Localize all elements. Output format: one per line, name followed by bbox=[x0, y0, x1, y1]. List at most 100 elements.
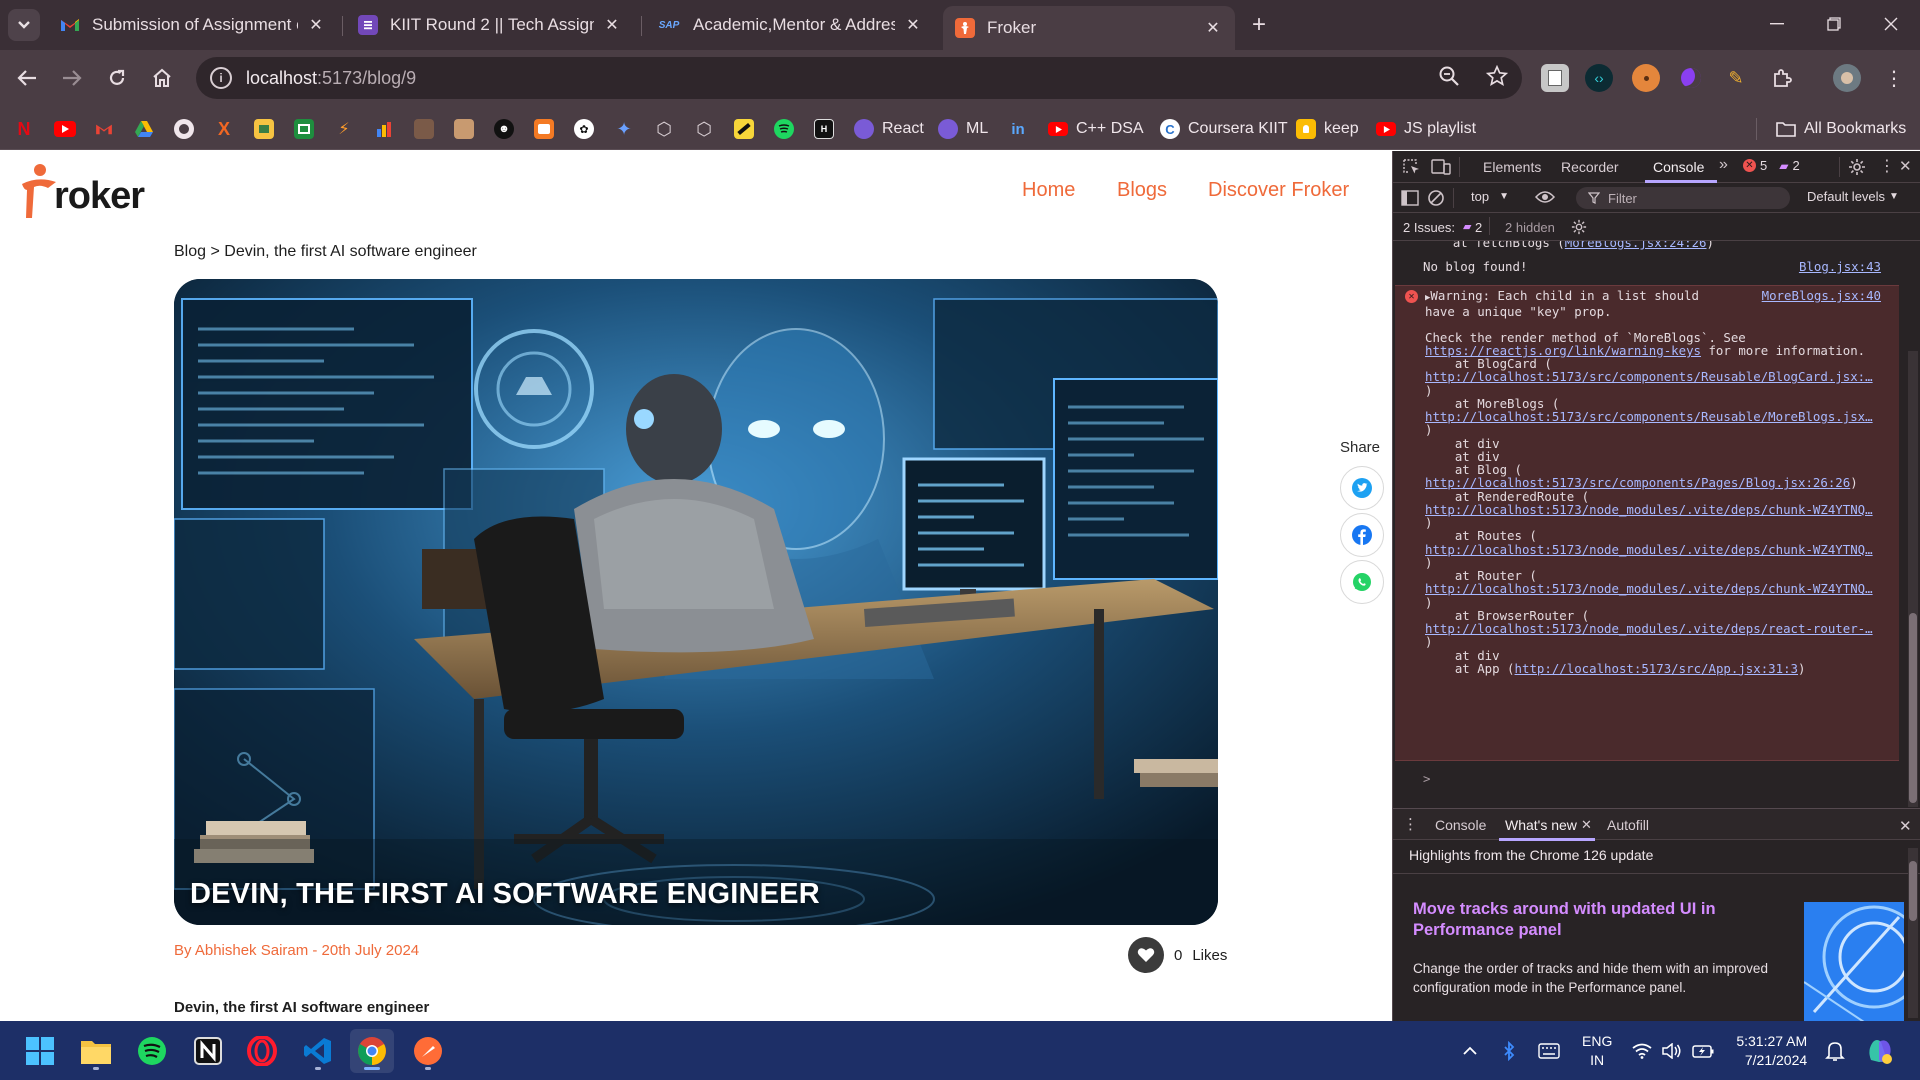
close-whats-new-icon[interactable]: ✕ bbox=[1581, 817, 1592, 833]
bookmark-js-playlist[interactable]: JS playlist bbox=[1376, 117, 1476, 141]
bookmark-unity-2[interactable]: ⬡ bbox=[694, 117, 714, 141]
bluetooth-icon[interactable] bbox=[1502, 1040, 1516, 1061]
browser-tab-kiit-round2[interactable]: KIIT Round 2 || Tech Assignment ✕ bbox=[346, 6, 634, 44]
bookmark-chatgpt[interactable]: ✿ bbox=[574, 117, 594, 141]
bookmark-xda[interactable]: X bbox=[214, 117, 234, 141]
sidebar-toggle-icon[interactable] bbox=[1401, 190, 1419, 206]
taskbar-chrome[interactable] bbox=[350, 1029, 394, 1073]
more-tabs-icon[interactable]: » bbox=[1719, 156, 1728, 174]
extensions-puzzle-icon[interactable] bbox=[1768, 64, 1796, 92]
bookmark-linktree[interactable]: ⚡ bbox=[334, 117, 354, 141]
bookmark-youtube[interactable] bbox=[54, 117, 76, 141]
bookmark-gmail[interactable] bbox=[94, 117, 114, 141]
devtools-tab-elements[interactable]: Elements bbox=[1483, 159, 1541, 175]
bookmark-sheets[interactable] bbox=[294, 117, 314, 141]
stack-source-link[interactable]: http://localhost:5173/src/App.jsx:31:3 bbox=[1515, 661, 1798, 676]
taskbar-notion[interactable] bbox=[186, 1029, 230, 1073]
home-button[interactable] bbox=[145, 61, 179, 95]
drawer-tab-console[interactable]: Console bbox=[1435, 817, 1486, 833]
reload-button[interactable] bbox=[100, 61, 134, 95]
clock[interactable]: 5:31:27 AM 7/21/2024 bbox=[1736, 1032, 1807, 1070]
bookmark-analytics[interactable] bbox=[374, 117, 394, 141]
bookmark-photos[interactable] bbox=[254, 117, 274, 141]
bookmark-netflix[interactable]: N bbox=[14, 117, 34, 141]
nav-home-link[interactable]: Home bbox=[1022, 179, 1075, 202]
issues-count[interactable]: 2 bbox=[1475, 220, 1482, 235]
devtools-tab-console[interactable]: Console bbox=[1653, 159, 1704, 175]
issues-settings-gear-icon[interactable] bbox=[1571, 219, 1587, 235]
language-indicator[interactable]: ENG IN bbox=[1582, 1032, 1612, 1070]
browser-tab-gmail[interactable]: Submission of Assignment of Fr ✕ bbox=[48, 6, 338, 44]
bookmark-avatar-1[interactable] bbox=[414, 117, 434, 141]
address-bar[interactable]: i localhost:5173/blog/9 bbox=[196, 57, 1522, 99]
taskbar-postman[interactable] bbox=[406, 1029, 450, 1073]
nav-discover-froker-link[interactable]: Discover Froker bbox=[1208, 179, 1349, 202]
close-tab-icon[interactable]: ✕ bbox=[602, 15, 622, 35]
close-drawer-icon[interactable]: ✕ bbox=[1899, 817, 1912, 835]
close-tab-icon[interactable]: ✕ bbox=[306, 15, 326, 35]
share-whatsapp-button[interactable] bbox=[1340, 560, 1384, 604]
bookmark-github[interactable] bbox=[174, 117, 194, 141]
error-counter[interactable]: ✕ 5 ▰ 2 bbox=[1743, 158, 1800, 173]
like-button[interactable] bbox=[1128, 937, 1164, 973]
extension-docs-icon[interactable] bbox=[1541, 64, 1569, 92]
bookmark-gemini[interactable]: ✦ bbox=[614, 117, 634, 141]
zoom-icon[interactable] bbox=[1438, 65, 1460, 87]
start-button[interactable] bbox=[18, 1029, 62, 1073]
drawer-tab-whats-new[interactable]: What's new bbox=[1505, 817, 1577, 833]
chevron-up-icon[interactable] bbox=[1462, 1046, 1478, 1056]
source-link[interactable]: MoreBlogs.jsx:24:26 bbox=[1565, 241, 1707, 250]
bookmark-cpp-dsa[interactable]: C++ DSA bbox=[1048, 117, 1144, 141]
log-levels-dropdown[interactable]: Default levels ▼ bbox=[1807, 189, 1899, 204]
site-info-icon[interactable]: i bbox=[210, 67, 232, 89]
new-tab-button[interactable]: + bbox=[1244, 10, 1274, 40]
froker-logo[interactable]: roker bbox=[18, 161, 145, 223]
devtools-menu-icon[interactable]: ⋮ bbox=[1879, 156, 1895, 176]
bookmark-codechef[interactable] bbox=[534, 117, 554, 141]
extension-cookie-icon[interactable] bbox=[1632, 64, 1660, 92]
minimize-window-button[interactable] bbox=[1748, 0, 1806, 48]
devtools-tab-recorder[interactable]: Recorder bbox=[1561, 159, 1619, 175]
source-link[interactable]: Blog.jsx:43 bbox=[1799, 259, 1881, 275]
bookmark-smiley[interactable]: ☻ bbox=[494, 117, 514, 141]
bookmark-coursera[interactable]: C Coursera KIIT bbox=[1160, 117, 1288, 141]
restore-window-button[interactable] bbox=[1805, 0, 1863, 48]
bookmark-avatar-2[interactable] bbox=[454, 117, 474, 141]
close-tab-icon[interactable]: ✕ bbox=[903, 15, 923, 35]
bookmark-spotify[interactable] bbox=[774, 117, 794, 141]
forward-button[interactable] bbox=[55, 61, 89, 95]
taskbar-opera[interactable] bbox=[240, 1029, 284, 1073]
inspect-element-icon[interactable] bbox=[1403, 159, 1421, 175]
profile-avatar[interactable] bbox=[1833, 64, 1861, 92]
chrome-menu-icon[interactable]: ⋮ bbox=[1880, 64, 1908, 92]
share-facebook-button[interactable] bbox=[1340, 513, 1384, 557]
extension-moon-icon[interactable] bbox=[1677, 64, 1705, 92]
browser-tab-froker[interactable]: Froker ✕ bbox=[943, 6, 1235, 50]
keyboard-icon[interactable] bbox=[1538, 1042, 1560, 1059]
drawer-scroll-thumb[interactable] bbox=[1909, 861, 1917, 921]
bookmark-keep[interactable]: keep bbox=[1296, 117, 1359, 141]
clear-console-icon[interactable] bbox=[1427, 189, 1445, 207]
device-toolbar-icon[interactable] bbox=[1431, 158, 1451, 176]
close-tab-icon[interactable]: ✕ bbox=[1203, 18, 1223, 38]
browser-tab-academic[interactable]: SAP Academic,Mentor & Address De ✕ bbox=[645, 6, 935, 44]
copilot-icon[interactable] bbox=[1865, 1036, 1895, 1066]
close-window-button[interactable] bbox=[1862, 0, 1920, 48]
drawer-menu-icon[interactable]: ⋮ bbox=[1403, 815, 1418, 833]
bookmark-pencil[interactable] bbox=[734, 117, 754, 141]
console-prompt[interactable]: > bbox=[1393, 771, 1901, 787]
bookmark-unity-1[interactable]: ⬡ bbox=[654, 117, 674, 141]
volume-icon[interactable] bbox=[1662, 1042, 1682, 1059]
bookmark-linkedin[interactable]: in bbox=[1008, 117, 1028, 141]
bookmark-drive[interactable] bbox=[134, 117, 154, 141]
wifi-icon[interactable] bbox=[1632, 1043, 1652, 1059]
bookmark-react[interactable]: React bbox=[854, 117, 924, 141]
console-scroll-thumb[interactable] bbox=[1909, 613, 1917, 803]
console-filter-input[interactable]: Filter bbox=[1576, 187, 1790, 209]
bookmark-star-icon[interactable] bbox=[1486, 65, 1508, 87]
back-button[interactable] bbox=[10, 61, 44, 95]
taskbar-spotify[interactable] bbox=[130, 1029, 174, 1073]
bookmark-hackerrank[interactable]: H bbox=[814, 117, 834, 141]
notification-bell-icon[interactable] bbox=[1825, 1040, 1846, 1062]
source-link[interactable]: MoreBlogs.jsx:40 bbox=[1762, 288, 1881, 304]
